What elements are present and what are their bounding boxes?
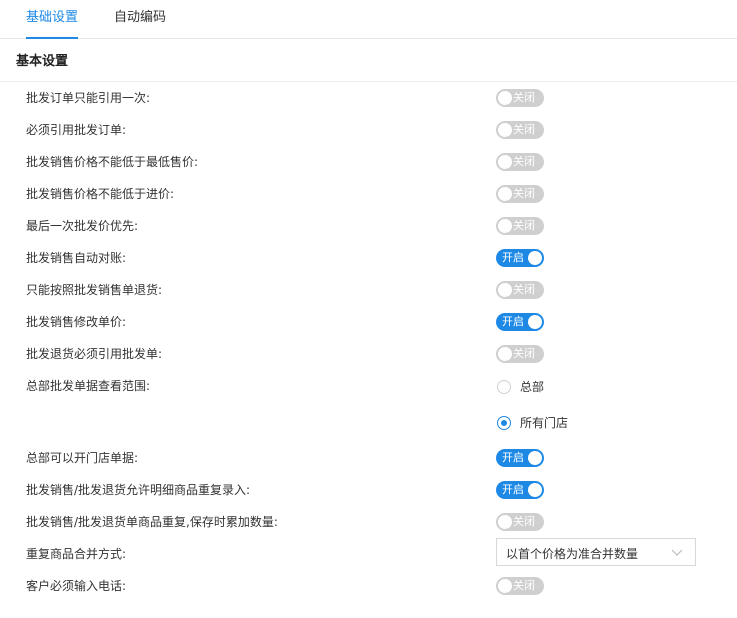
toggle-knob <box>498 155 512 169</box>
toggle-auto-reconcile[interactable]: 开启 <box>496 249 544 267</box>
setting-label-order-quote-once: 批发订单只能引用一次: <box>26 91 151 105</box>
setting-label-edit-unit-price: 批发销售修改单价: <box>26 315 127 329</box>
tab-auto-coding[interactable]: 自动编码 <box>114 0 166 38</box>
merge-method-select[interactable]: 以首个价格为准合并数量 <box>496 538 696 566</box>
toggle-text: 关闭 <box>513 219 535 232</box>
toggle-text: 开启 <box>502 251 524 264</box>
toggle-allow-duplicate-items[interactable]: 开启 <box>496 481 544 499</box>
setting-label-hq-open-store-docs: 总部可以开门店单据: <box>26 451 139 465</box>
section-title: 基本设置 <box>16 54 69 69</box>
toggle-knob <box>498 515 512 529</box>
toggle-edit-unit-price[interactable]: 开启 <box>496 313 544 331</box>
toggle-knob <box>528 315 542 329</box>
setting-label-min-purchase-price: 批发销售价格不能低于进价: <box>26 187 175 201</box>
toggle-text: 关闭 <box>513 91 535 104</box>
merge-method-value: 以首个价格为准合并数量 <box>506 547 639 561</box>
toggle-text: 关闭 <box>513 515 535 528</box>
toggle-hq-open-store-docs[interactable]: 开启 <box>496 449 544 467</box>
toggle-min-purchase-price[interactable]: 关闭 <box>496 185 544 203</box>
toggle-must-quote-order[interactable]: 关闭 <box>496 121 544 139</box>
toggle-knob <box>498 347 512 361</box>
setting-label-auto-reconcile: 批发销售自动对账: <box>26 251 127 265</box>
toggle-phone-required[interactable]: 关闭 <box>496 577 544 595</box>
tab-basic-settings[interactable]: 基础设置 <box>26 0 79 39</box>
toggle-knob <box>498 91 512 105</box>
setting-label-min-sale-price: 批发销售价格不能低于最低售价: <box>26 155 199 169</box>
toggle-knob <box>498 283 512 297</box>
setting-label-allow-duplicate-items: 批发销售/批发退货允许明细商品重复录入: <box>26 483 251 497</box>
setting-label-merge-method: 重复商品合并方式: <box>26 547 127 561</box>
toggle-knob <box>498 123 512 137</box>
toggle-text: 关闭 <box>513 123 535 136</box>
toggle-knob <box>498 579 512 593</box>
toggle-text: 开启 <box>502 483 524 496</box>
setting-label-accumulate-quantity: 批发销售/批发退货单商品重复,保存时累加数量: <box>26 515 278 529</box>
radio-label-headquarters: 总部 <box>520 380 545 394</box>
toggle-text: 关闭 <box>513 283 535 296</box>
toggle-last-price-first[interactable]: 关闭 <box>496 217 544 235</box>
toggle-return-must-quote[interactable]: 关闭 <box>496 345 544 363</box>
setting-label-return-by-sale-only: 只能按照批发销售单退货: <box>26 283 163 297</box>
toggle-knob <box>528 451 542 465</box>
setting-label-last-price-first: 最后一次批发价优先: <box>26 219 139 233</box>
toggle-knob <box>528 251 542 265</box>
section-divider <box>0 81 737 82</box>
radio-label-all-stores: 所有门店 <box>520 416 569 430</box>
setting-label-phone-required: 客户必须输入电话: <box>26 579 127 593</box>
toggle-text: 关闭 <box>513 579 535 592</box>
toggle-text: 关闭 <box>513 347 535 360</box>
toggle-knob <box>528 483 542 497</box>
toggle-knob <box>498 187 512 201</box>
toggle-knob <box>498 219 512 233</box>
tab-bar: 基础设置 自动编码 <box>0 0 737 39</box>
toggle-min-sale-price[interactable]: 关闭 <box>496 153 544 171</box>
toggle-accumulate-quantity[interactable]: 关闭 <box>496 513 544 531</box>
toggle-return-by-sale-only[interactable]: 关闭 <box>496 281 544 299</box>
toggle-text: 关闭 <box>513 155 535 168</box>
toggle-order-quote-once[interactable]: 关闭 <box>496 89 544 107</box>
setting-label-view-scope: 总部批发单据查看范围: <box>26 379 151 393</box>
radio-headquarters[interactable] <box>497 380 511 394</box>
radio-all-stores[interactable] <box>497 416 511 430</box>
chevron-down-icon <box>671 549 683 556</box>
toggle-text: 关闭 <box>513 187 535 200</box>
toggle-text: 开启 <box>502 315 524 328</box>
setting-label-return-must-quote: 批发退货必须引用批发单: <box>26 347 163 361</box>
toggle-text: 开启 <box>502 451 524 464</box>
setting-label-must-quote-order: 必须引用批发订单: <box>26 123 127 137</box>
